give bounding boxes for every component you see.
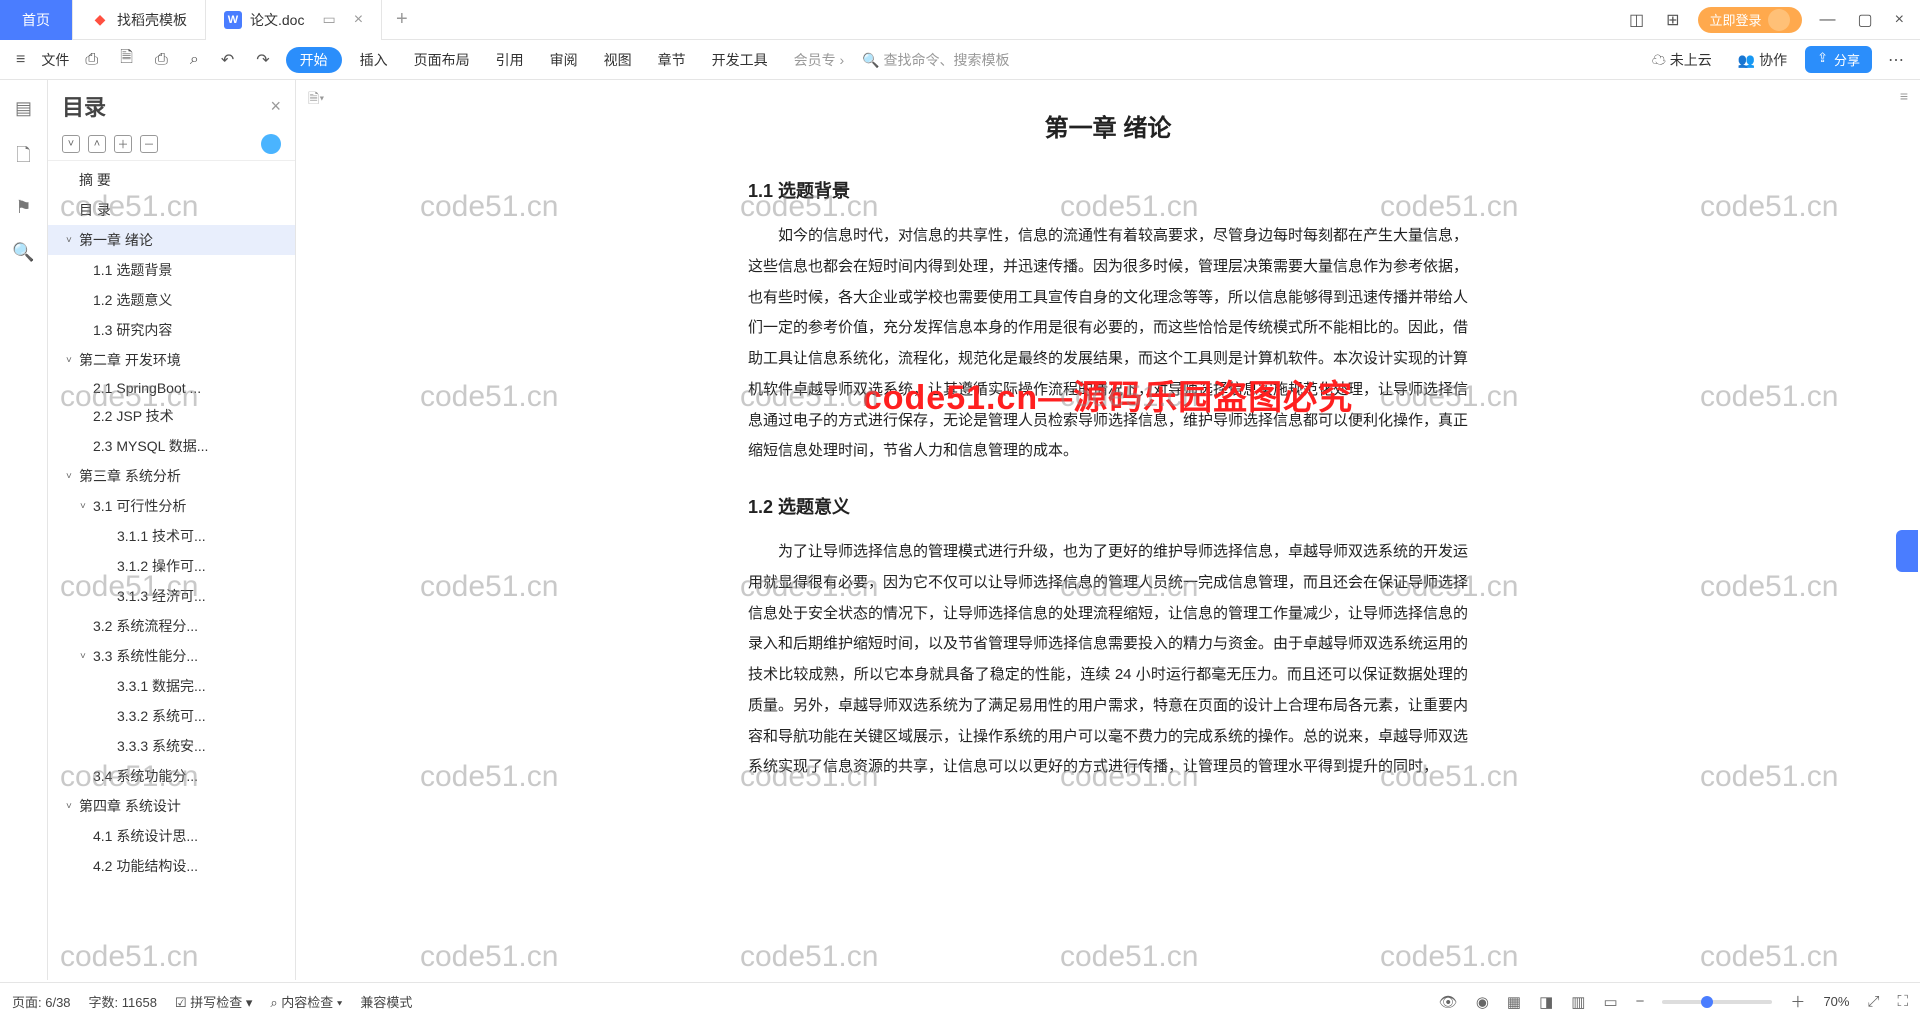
- page-settings-icon[interactable]: ≡: [1900, 88, 1908, 104]
- more-icon[interactable]: ⋯: [1882, 46, 1910, 74]
- outline-item[interactable]: 3.4 系统功能分...: [48, 761, 295, 791]
- ribbon-chapter[interactable]: 章节: [650, 46, 694, 74]
- tab-home[interactable]: 首页: [0, 0, 73, 40]
- outline-item[interactable]: 1.3 研究内容: [48, 315, 295, 345]
- view3-icon[interactable]: ▥: [1571, 993, 1585, 1011]
- outline-item[interactable]: 1.1 选题背景: [48, 255, 295, 285]
- print-icon[interactable]: ⎙: [149, 47, 174, 73]
- ribbon-start[interactable]: 开始: [286, 47, 342, 73]
- zoom-in-icon[interactable]: ＋: [1790, 991, 1805, 1012]
- outline-item[interactable]: 3.3.1 数据完...: [48, 671, 295, 701]
- view2-icon[interactable]: ◨: [1539, 993, 1553, 1011]
- ai-assist-icon[interactable]: [261, 134, 281, 154]
- outline-item[interactable]: 3.2 系统流程分...: [48, 611, 295, 641]
- close-window-icon[interactable]: ×: [1891, 9, 1908, 31]
- document-page: 第一章 绪论 1.1 选题背景 如今的信息时代，对信息的共享性，信息的流通性有着…: [748, 80, 1468, 823]
- section-12-body: 为了让导师选择信息的管理模式进行升级，也为了更好的维护导师选择信息，卓越导师双选…: [748, 537, 1468, 783]
- outline-item[interactable]: 3.3.3 系统安...: [48, 731, 295, 761]
- fit-icon[interactable]: ⤢: [1867, 993, 1879, 1010]
- collab-button[interactable]: 👥 协作: [1730, 46, 1795, 74]
- outline-item[interactable]: 摘 要: [48, 165, 295, 195]
- view4-icon[interactable]: ▭: [1603, 993, 1617, 1011]
- compat-mode[interactable]: 兼容模式: [360, 992, 412, 1011]
- window-mode-icon[interactable]: ▭: [322, 11, 335, 28]
- ribbon-review[interactable]: 审阅: [542, 46, 586, 74]
- minimize-icon[interactable]: —: [1816, 9, 1840, 31]
- outline-item[interactable]: 2.1 SpringBoot ...: [48, 375, 295, 401]
- ribbon-member[interactable]: 会员专 ›: [786, 46, 853, 74]
- outline-item[interactable]: 4.1 系统设计思...: [48, 821, 295, 851]
- undo-icon[interactable]: ↶: [215, 46, 240, 74]
- chapter-heading: 第一章 绪论: [748, 108, 1468, 143]
- outline-item[interactable]: ˅第一章 绪论: [48, 225, 295, 255]
- avatar-icon: [1768, 9, 1790, 31]
- outline-item[interactable]: 3.1.1 技术可...: [48, 521, 295, 551]
- outline-toggle-icon[interactable]: ▤: [15, 98, 32, 119]
- ribbon-insert[interactable]: 插入: [352, 46, 396, 74]
- view1-icon[interactable]: ▦: [1507, 993, 1521, 1011]
- add-item-icon[interactable]: ＋: [114, 135, 132, 153]
- outline-item[interactable]: ˅3.1 可行性分析: [48, 491, 295, 521]
- page-indicator[interactable]: 页面: 6/38: [12, 992, 71, 1011]
- word-icon: W: [224, 11, 242, 29]
- maximize-icon[interactable]: ▢: [1854, 8, 1877, 32]
- outline-close-icon[interactable]: ×: [270, 96, 281, 117]
- save-as-icon[interactable]: 🗎: [114, 42, 139, 77]
- outline-item[interactable]: 2.3 MYSQL 数据...: [48, 431, 295, 461]
- bookmark-icon[interactable]: ⚑: [15, 197, 31, 218]
- outline-item[interactable]: ˅第四章 系统设计: [48, 791, 295, 821]
- zoom-out-icon[interactable]: −: [1636, 993, 1645, 1010]
- outline-item[interactable]: 3.1.3 经济可...: [48, 581, 295, 611]
- menu-icon[interactable]: ≡: [10, 47, 31, 73]
- spellcheck-toggle[interactable]: ☑ 拼写检查 ▾: [175, 992, 252, 1011]
- remove-item-icon[interactable]: －: [140, 135, 158, 153]
- ribbon-layout[interactable]: 页面布局: [406, 46, 478, 74]
- share-button[interactable]: ⇪ 分享: [1805, 46, 1872, 73]
- tab-templates[interactable]: ◆找稻壳模板: [73, 0, 206, 40]
- outline-item[interactable]: 1.2 选题意义: [48, 285, 295, 315]
- readmode-icon[interactable]: 👁: [1439, 993, 1458, 1011]
- fire-icon: ◆: [91, 11, 109, 29]
- expand-all-icon[interactable]: ˄: [88, 135, 106, 153]
- fullscreen-icon[interactable]: ⛶: [1897, 993, 1908, 1010]
- zoom-level[interactable]: 70%: [1823, 994, 1849, 1009]
- outline-item[interactable]: 3.1.2 操作可...: [48, 551, 295, 581]
- redo-icon[interactable]: ↷: [250, 46, 275, 74]
- search-panel-icon[interactable]: 🔍: [12, 242, 34, 263]
- outline-item[interactable]: 目 录: [48, 195, 295, 225]
- save-icon[interactable]: ⎙: [79, 47, 104, 73]
- command-search[interactable]: 🔍 查找命令、搜索模板: [862, 50, 1009, 70]
- zoom-slider[interactable]: [1662, 1000, 1772, 1004]
- page-insert-icon[interactable]: 🗎▾: [308, 88, 324, 112]
- outline-item[interactable]: 4.2 功能结构设...: [48, 851, 295, 881]
- outline-item[interactable]: 2.2 JSP 技术: [48, 401, 295, 431]
- section-11-heading: 1.1 选题背景: [748, 177, 1468, 203]
- panel-icon[interactable]: ◫: [1625, 8, 1648, 32]
- preview-icon[interactable]: ⌕: [184, 47, 205, 73]
- thumbnail-icon[interactable]: 🗋: [16, 143, 30, 173]
- apps-icon[interactable]: ⊞: [1662, 8, 1683, 32]
- login-button[interactable]: 立即登录: [1698, 7, 1802, 33]
- word-count[interactable]: 字数: 11658: [89, 992, 157, 1011]
- focus-icon[interactable]: ◉: [1476, 993, 1489, 1011]
- tab-document[interactable]: W论文.doc▭×: [206, 0, 382, 40]
- ribbon-dev[interactable]: 开发工具: [704, 46, 776, 74]
- content-check[interactable]: ⌕ 内容检查 ▾: [270, 992, 342, 1011]
- section-12-heading: 1.2 选题意义: [748, 493, 1468, 519]
- outline-title: 目录: [62, 90, 106, 122]
- outline-item[interactable]: ˅第二章 开发环境: [48, 345, 295, 375]
- watermark-overlay: code51.cn—源码乐园盗图必究: [863, 370, 1353, 419]
- section-11-body: 如今的信息时代，对信息的共享性，信息的流通性有着较高要求，尽管身边每时每刻都在产…: [748, 221, 1468, 467]
- ribbon-view[interactable]: 视图: [596, 46, 640, 74]
- close-tab-icon[interactable]: ×: [354, 11, 363, 29]
- ribbon-ref[interactable]: 引用: [488, 46, 532, 74]
- outline-item[interactable]: ˅3.3 系统性能分...: [48, 641, 295, 671]
- file-menu[interactable]: 文件: [41, 50, 69, 70]
- outline-item[interactable]: 3.3.2 系统可...: [48, 701, 295, 731]
- cloud-status[interactable]: ☁ 未上云: [1644, 46, 1720, 74]
- new-tab-button[interactable]: +: [382, 8, 422, 31]
- collapse-all-icon[interactable]: ˅: [62, 135, 80, 153]
- side-panel-toggle[interactable]: [1896, 530, 1918, 572]
- outline-item[interactable]: ˅第三章 系统分析: [48, 461, 295, 491]
